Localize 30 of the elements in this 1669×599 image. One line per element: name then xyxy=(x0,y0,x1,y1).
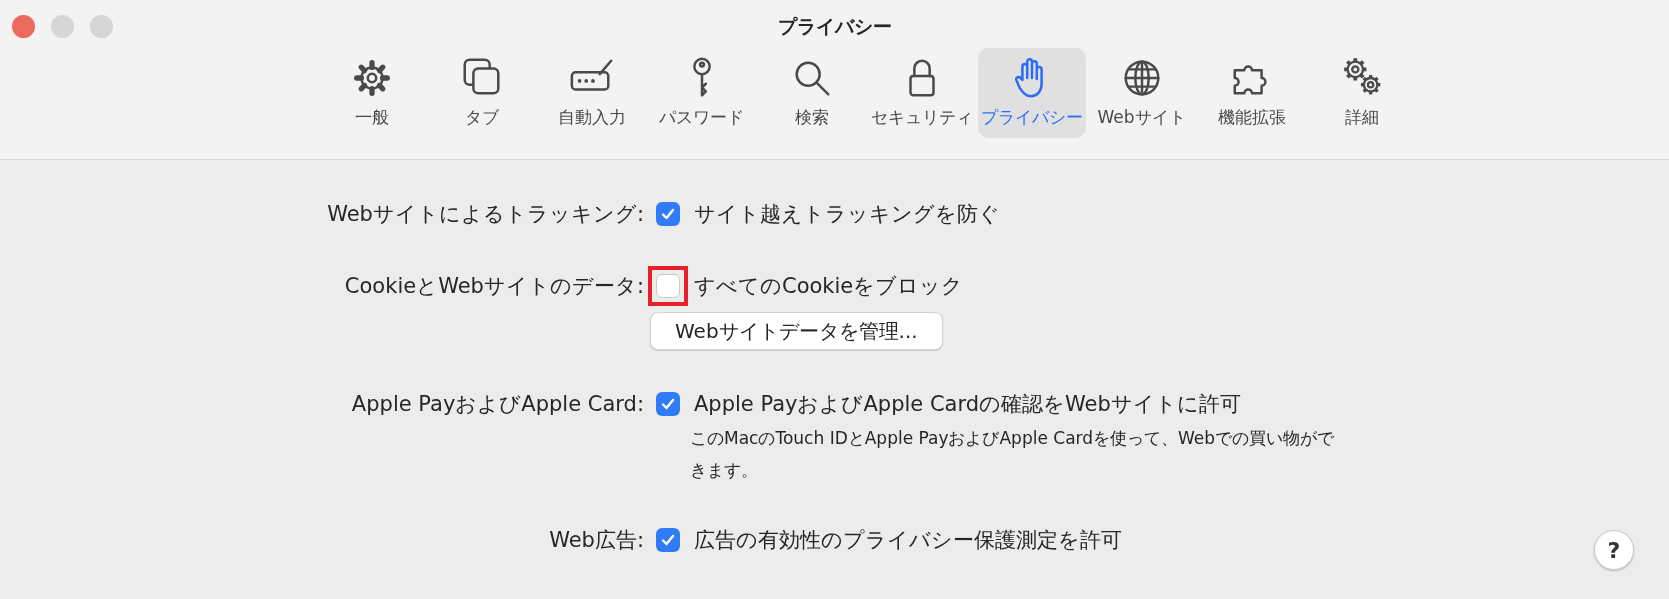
checkmark-icon xyxy=(660,206,676,222)
toolbar-tab[interactable]: 自動入力 xyxy=(537,48,646,138)
toolbar-tab[interactable]: 検索 xyxy=(757,48,866,138)
toolbar-tab[interactable]: セキュリティ xyxy=(867,48,976,138)
window-title: プライバシー xyxy=(777,15,892,37)
toolbar-tab[interactable]: パスワード xyxy=(647,48,756,138)
setting-label: Apple PayおよびApple Card: xyxy=(350,391,644,418)
toolbar-tab[interactable]: 詳細 xyxy=(1307,48,1416,138)
checkbox-label: サイト越えトラッキングを防ぐ xyxy=(694,201,1000,228)
toolbar-tab[interactable]: 一般 xyxy=(317,48,426,138)
checkbox[interactable] xyxy=(656,392,680,416)
checkbox-label: Apple PayおよびApple Cardの確認をWebサイトに許可 xyxy=(694,391,1241,418)
setting-label: Webサイトによるトラッキング: xyxy=(326,201,644,228)
toolbar-tab[interactable]: プライバシー xyxy=(977,48,1086,138)
checkbox-label: 広告の有効性のプライバシー保護測定を許可 xyxy=(694,527,1122,554)
checkmark-icon xyxy=(660,532,676,548)
help-button[interactable]: ? xyxy=(1594,530,1634,570)
checkbox-label: すべてのCookieをブロック xyxy=(694,273,964,300)
setting-label: CookieとWebサイトのデータ: xyxy=(343,273,644,300)
manage-data-button[interactable]: Webサイトデータを管理... xyxy=(650,312,943,350)
checkbox[interactable] xyxy=(656,528,680,552)
checkbox[interactable] xyxy=(656,274,680,298)
toolbar-tab[interactable]: タブ xyxy=(427,48,536,138)
checkmark-icon xyxy=(660,396,676,412)
toolbar-tab[interactable]: Webサイト xyxy=(1087,48,1196,138)
description-text: このMacのTouch IDとApple PayおよびApple Cardを使って、Webでの買い物ができます。 xyxy=(690,427,1336,482)
toolbar-tab[interactable]: 機能拡張 xyxy=(1197,48,1306,138)
checkbox[interactable] xyxy=(656,202,680,226)
setting-label: Web広告: xyxy=(548,527,644,554)
close-button[interactable] xyxy=(12,15,35,38)
